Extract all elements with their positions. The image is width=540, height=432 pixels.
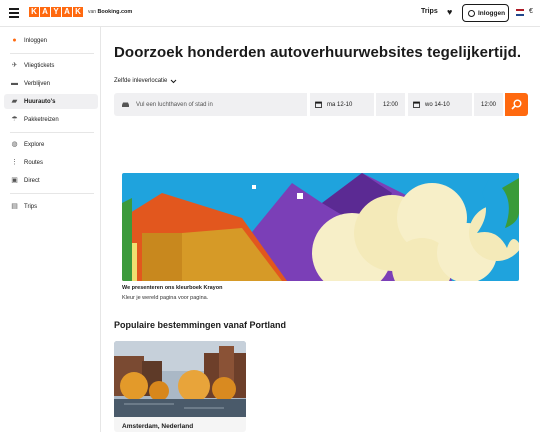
coloring-book-illustration (122, 173, 519, 281)
via-label: van (88, 9, 97, 15)
pickup-date: ma 12-10 (327, 101, 353, 108)
pickup-time-field[interactable]: 12:00 (376, 93, 405, 116)
destination-card-amsterdam[interactable]: Amsterdam, Nederland (114, 341, 246, 432)
logo-letter: A (62, 7, 72, 17)
page-title: Doorzoek honderden autoverhuurwebsites t… (114, 44, 522, 61)
sidebar-item-label: Explore (24, 141, 45, 148)
promo-title[interactable]: We presenteren ons kleurboek Krayon (122, 285, 222, 291)
sidebar-item-trips[interactable]: ▤ Trips (4, 199, 98, 214)
partner-text: van Booking.com (88, 9, 132, 15)
dropoff-date-field[interactable]: wo 14-10 (408, 93, 472, 116)
currency-selector[interactable]: € (529, 8, 533, 15)
location-placeholder: Vul een luchthaven of stad in (136, 101, 213, 108)
logo-letter: K (29, 7, 39, 17)
same-location-dropdown[interactable]: Zelfde inleverlocatie (114, 78, 177, 84)
sidebar-item-explore[interactable]: ◍ Explore (4, 137, 98, 152)
amsterdam-image (114, 341, 246, 417)
logo-letter: A (40, 7, 50, 17)
login-button-label: Inloggen (478, 9, 506, 17)
globe-icon: ◍ (11, 141, 18, 148)
umbrella-icon: ☂ (11, 116, 18, 123)
sidebar-item-label: Pakketreizen (24, 116, 59, 123)
car-icon (122, 102, 129, 107)
promo-subtitle: Kleur je wereld pagina voor pagina. (122, 295, 209, 301)
krayon-promo-image[interactable] (122, 173, 519, 281)
user-icon (468, 9, 475, 17)
search-icon (511, 99, 522, 110)
direct-icon: ▣ (11, 177, 18, 184)
sidebar-item-label: Huurauto's (24, 98, 56, 105)
logo-letter: K (73, 7, 83, 17)
sidebar-item-label: Inloggen (24, 37, 48, 44)
user-icon: ● (12, 37, 17, 44)
sidebar-item-packages[interactable]: ☂ Pakketreizen (4, 112, 98, 127)
destination-label: Amsterdam, Nederland (122, 423, 194, 430)
route-icon: ⋮ (11, 159, 18, 166)
sidebar-item-flights[interactable]: ✈ Vliegtickets (4, 58, 98, 73)
heart-icon[interactable]: ♥ (447, 7, 452, 17)
car-icon: ▰ (11, 98, 18, 105)
top-bar: K A Y A K van Booking.com Trips ♥ Inlogg… (0, 0, 540, 27)
sidebar-item-login[interactable]: ● Inloggen (4, 33, 98, 48)
bed-icon: ▬ (11, 80, 18, 87)
sidebar-item-stays[interactable]: ▬ Verblijven (4, 76, 98, 91)
sidebar-item-label: Trips (24, 203, 38, 210)
sidebar-item-label: Verblijven (24, 80, 51, 87)
calendar-icon (413, 101, 420, 108)
plane-icon: ✈ (11, 62, 18, 69)
sidebar-item-routes[interactable]: ⋮ Routes (4, 155, 98, 170)
kayak-logo[interactable]: K A Y A K (29, 7, 83, 17)
sidebar-divider (10, 53, 94, 54)
sidebar-item-direct[interactable]: ▣ Direct (4, 173, 98, 188)
partner-name: Booking.com (97, 9, 133, 15)
dropoff-time-field[interactable]: 12:00 (474, 93, 503, 116)
search-button[interactable] (505, 93, 528, 116)
sidebar-item-label: Routes (24, 159, 44, 166)
chevron-down-icon (171, 79, 177, 83)
popular-destinations-title: Populaire bestemmingen vanaf Portland (114, 320, 287, 330)
logo-letter: Y (51, 7, 61, 17)
suitcase-icon: ▤ (11, 203, 18, 210)
dropoff-date: wo 14-10 (425, 101, 450, 108)
sidebar-item-cars[interactable]: ▰ Huurauto's (4, 94, 98, 109)
pickup-date-field[interactable]: ma 12-10 (310, 93, 374, 116)
sidebar-divider (10, 132, 94, 133)
same-location-label: Zelfde inleverlocatie (114, 78, 168, 84)
menu-icon[interactable] (9, 8, 19, 18)
car-search-form: Vul een luchthaven of stad in ma 12-10 1… (114, 93, 528, 116)
pickup-time: 12:00 (382, 101, 398, 108)
sidebar-divider (10, 193, 94, 194)
location-input[interactable]: Vul een luchthaven of stad in (114, 93, 307, 116)
trips-link[interactable]: Trips (421, 8, 438, 15)
sidebar-item-label: Direct (24, 177, 40, 184)
sidebar-item-label: Vliegtickets (24, 62, 55, 69)
sidebar: ● Inloggen ✈ Vliegtickets ▬ Verblijven ▰… (0, 27, 101, 432)
calendar-icon (315, 101, 322, 108)
login-button[interactable]: Inloggen (462, 4, 509, 22)
dropoff-time: 12:00 (480, 101, 496, 108)
flag-nl-icon[interactable] (516, 9, 524, 16)
